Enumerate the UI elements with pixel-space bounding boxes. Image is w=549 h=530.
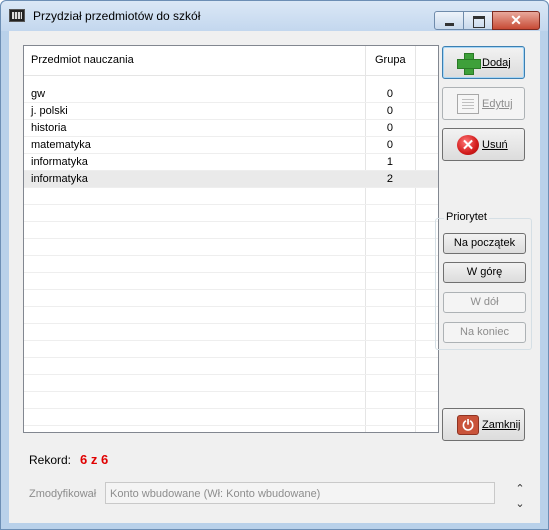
empty-row bbox=[24, 358, 438, 375]
row-group: 1 bbox=[386, 156, 393, 168]
edit-icon bbox=[457, 94, 479, 114]
subjects-list[interactable]: Przedmiot nauczania Grupa gw 0 j. polski… bbox=[23, 45, 439, 433]
modified-by-label: Zmodyfikował bbox=[29, 488, 97, 500]
move-down-button[interactable]: W dół bbox=[443, 292, 526, 313]
empty-row bbox=[24, 290, 438, 307]
chevron-up-icon[interactable]: ⌃ bbox=[513, 483, 527, 495]
row-subject: gw bbox=[31, 88, 46, 100]
close-button-label: Zamknij bbox=[482, 419, 521, 431]
edit-button-label: Edytuj bbox=[482, 98, 513, 110]
column-header-group[interactable]: Grupa bbox=[375, 54, 406, 66]
empty-row bbox=[24, 239, 438, 256]
empty-row bbox=[24, 375, 438, 392]
add-button[interactable]: Dodaj bbox=[442, 46, 525, 79]
empty-row bbox=[24, 188, 438, 205]
empty-row bbox=[24, 392, 438, 409]
list-row[interactable]: informatyka 1 bbox=[24, 154, 438, 171]
row-group: 0 bbox=[386, 88, 393, 100]
move-up-button[interactable]: W górę bbox=[443, 262, 526, 283]
dialog-body: Przedmiot nauczania Grupa gw 0 j. polski… bbox=[9, 31, 540, 523]
priority-group: Priorytet Na początek W górę W dół Na ko… bbox=[435, 211, 532, 350]
power-icon: ⏻ bbox=[457, 415, 479, 435]
list-rows: gw 0 j. polski 0 historia 0 matematyka 0… bbox=[24, 86, 438, 426]
delete-button[interactable]: ✕ Usuń bbox=[442, 128, 525, 161]
empty-row bbox=[24, 307, 438, 324]
row-group: 0 bbox=[386, 139, 393, 151]
title-bar[interactable]: Przydział przedmiotów do szkół ✕ bbox=[1, 1, 548, 31]
priority-group-title: Priorytet bbox=[444, 211, 489, 223]
maximize-button[interactable] bbox=[463, 11, 493, 30]
list-row[interactable]: gw 0 bbox=[24, 86, 438, 103]
delete-icon: ✕ bbox=[457, 135, 479, 155]
empty-row bbox=[24, 341, 438, 358]
move-to-end-button[interactable]: Na koniec bbox=[443, 322, 526, 343]
empty-row bbox=[24, 324, 438, 341]
close-icon: ✕ bbox=[510, 12, 522, 28]
edit-button[interactable]: Edytuj bbox=[442, 87, 525, 120]
dialog-window: Przydział przedmiotów do szkół ✕ Przedmi… bbox=[0, 0, 549, 530]
plus-icon bbox=[457, 53, 481, 75]
add-button-label: Dodaj bbox=[482, 57, 511, 69]
delete-button-label: Usuń bbox=[482, 139, 508, 151]
list-row[interactable]: j. polski 0 bbox=[24, 103, 438, 120]
row-group: 0 bbox=[386, 122, 393, 134]
record-counter: 6 z 6 bbox=[80, 452, 109, 467]
empty-row bbox=[24, 409, 438, 426]
empty-row bbox=[24, 222, 438, 239]
minimize-button[interactable] bbox=[434, 11, 464, 30]
row-subject: informatyka bbox=[31, 173, 88, 185]
row-group: 0 bbox=[386, 105, 393, 117]
app-icon bbox=[9, 9, 25, 22]
empty-row bbox=[24, 256, 438, 273]
chevron-down-icon[interactable]: ⌄ bbox=[513, 498, 527, 510]
close-dialog-button[interactable]: ⏻ Zamknij bbox=[442, 408, 525, 441]
list-header: Przedmiot nauczania Grupa bbox=[24, 46, 438, 76]
window-title: Przydział przedmiotów do szkół bbox=[33, 9, 201, 23]
move-to-start-button[interactable]: Na początek bbox=[443, 233, 526, 254]
row-subject: informatyka bbox=[31, 156, 88, 168]
row-subject: j. polski bbox=[31, 105, 68, 117]
row-subject: matematyka bbox=[31, 139, 91, 151]
column-header-subject[interactable]: Przedmiot nauczania bbox=[31, 54, 134, 66]
row-group: 2 bbox=[386, 173, 393, 185]
empty-row bbox=[24, 273, 438, 290]
record-label: Rekord: bbox=[29, 453, 72, 467]
row-subject: historia bbox=[31, 122, 67, 134]
list-row[interactable]: matematyka 0 bbox=[24, 137, 438, 154]
list-row-selected[interactable]: informatyka 2 bbox=[24, 171, 438, 188]
list-row[interactable]: historia 0 bbox=[24, 120, 438, 137]
empty-row bbox=[24, 205, 438, 222]
modified-by-field: Konto wbudowane (Wł: Konto wbudowane) bbox=[105, 482, 495, 504]
close-window-button[interactable]: ✕ bbox=[492, 11, 540, 30]
